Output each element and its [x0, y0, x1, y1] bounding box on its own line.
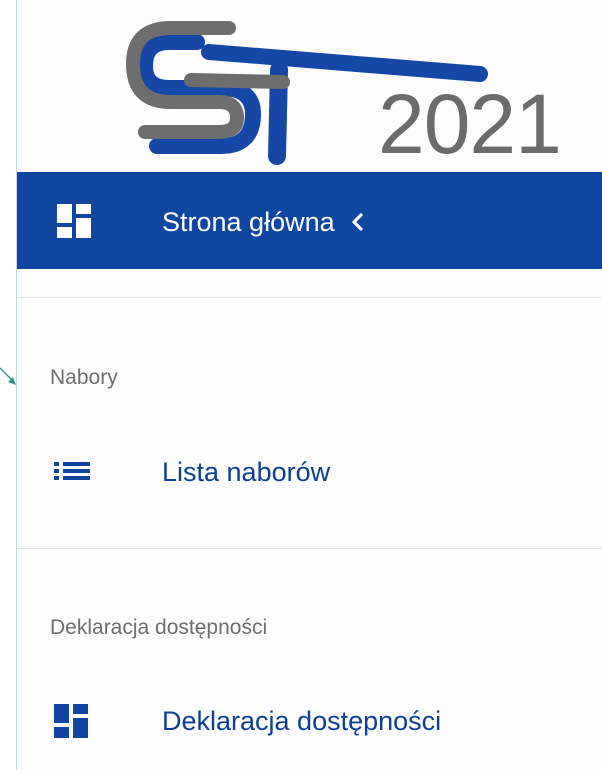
chevron-left-icon[interactable]	[350, 212, 364, 232]
logo: 2021	[117, 0, 562, 172]
home-label-text: Strona główna	[162, 207, 335, 237]
logo-year: 2021	[378, 77, 562, 171]
list-icon	[54, 462, 90, 480]
home-label: Strona główna	[162, 207, 364, 237]
nav-item-label: Lista naborów	[162, 457, 331, 487]
dashboard-icon	[54, 704, 88, 738]
nav-item-lista-naborow[interactable]: Lista naborów	[17, 442, 602, 502]
section-label-deklaracja: Deklaracja dostępności	[50, 616, 268, 639]
page: 2021 Strona główna Nabory Lista naborów …	[0, 0, 602, 770]
nav-item-deklaracja-dostepnosci[interactable]: Deklaracja dostępności	[17, 691, 602, 751]
home-nav-item[interactable]: Strona główna	[17, 172, 602, 269]
nav-item-label: Deklaracja dostępności	[162, 706, 442, 736]
arrow-right-icon	[0, 367, 16, 385]
section-label-nabory: Nabory	[50, 366, 118, 389]
divider	[17, 297, 602, 298]
divider	[17, 548, 602, 549]
dashboard-icon	[57, 204, 91, 238]
